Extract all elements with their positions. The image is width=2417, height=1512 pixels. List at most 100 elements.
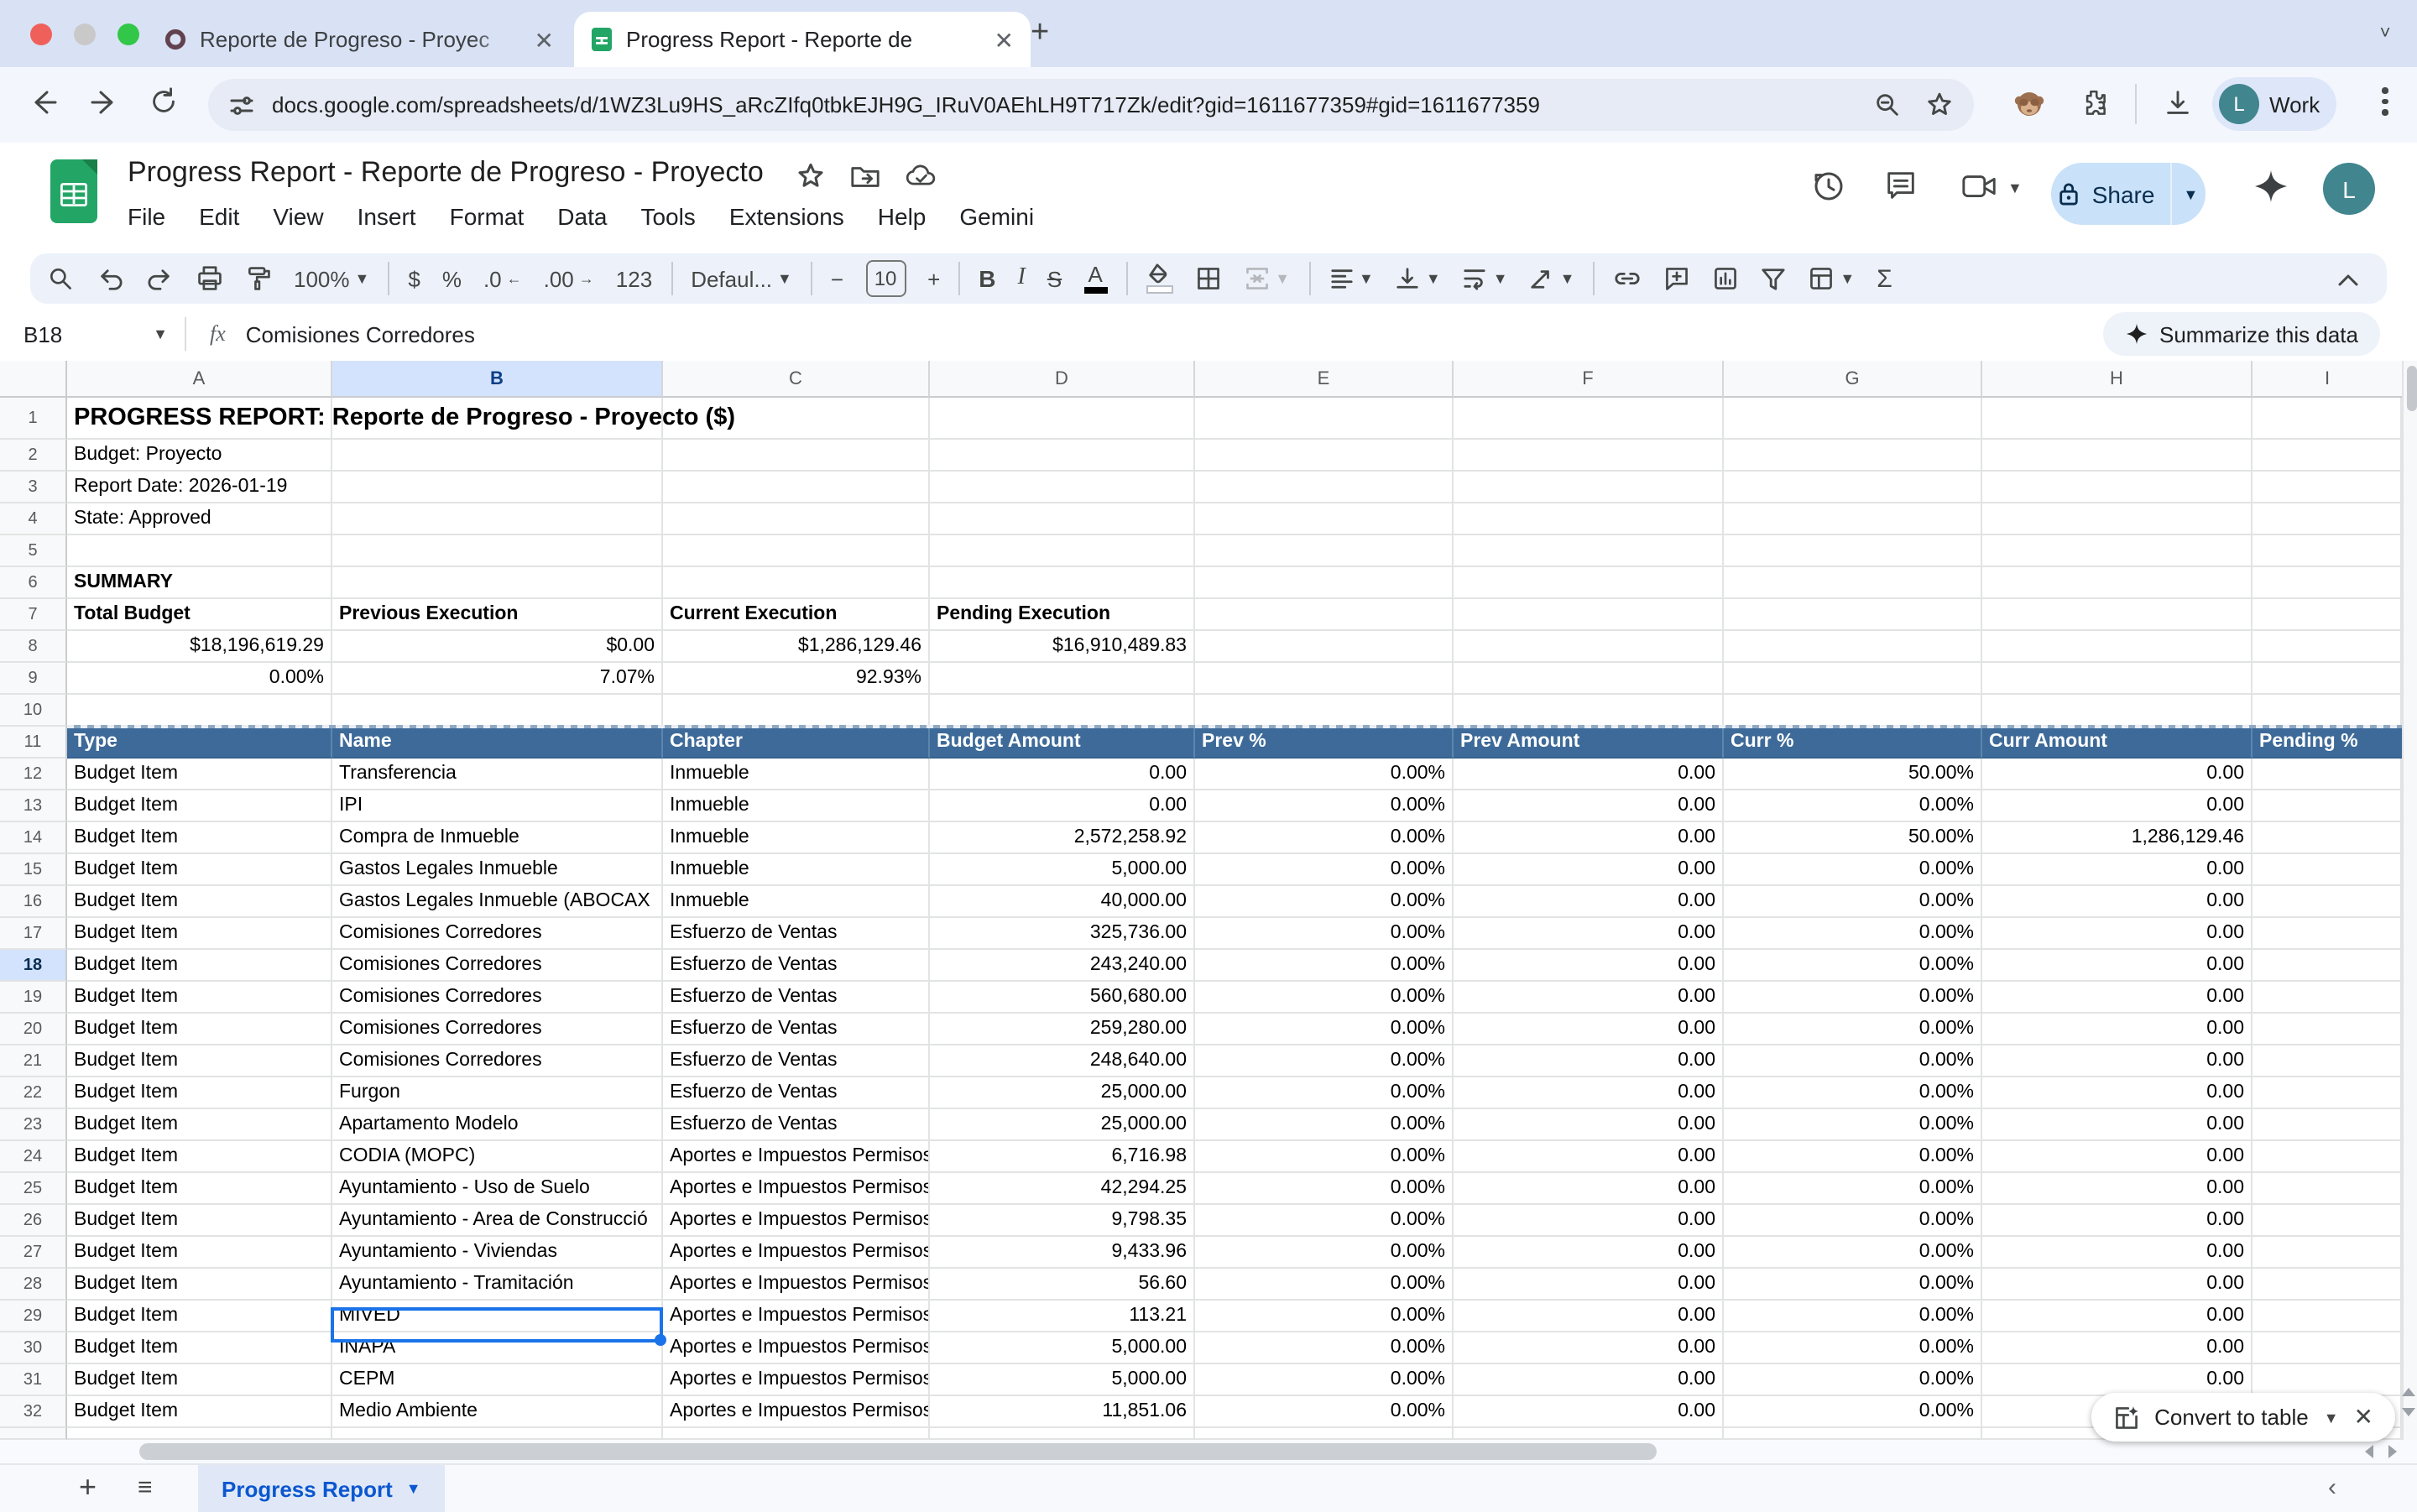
row-number[interactable]: 28 <box>0 1269 67 1301</box>
cell-prev-pct[interactable]: 0.00% <box>1195 1301 1454 1332</box>
cell-type[interactable]: Budget Item <box>67 822 332 854</box>
cell-D7[interactable]: Pending Execution <box>930 599 1195 631</box>
vertical-align-button[interactable]: ▼ <box>1396 267 1441 290</box>
scroll-left-arrow-icon[interactable] <box>2365 1445 2373 1458</box>
extensions-puzzle-icon[interactable] <box>2078 87 2110 119</box>
cell-curr-amount[interactable]: 0.00 <box>1982 1205 2253 1237</box>
tab-search-chevron-icon[interactable]: ˅ <box>2367 17 2404 50</box>
tab-close-icon[interactable]: ✕ <box>535 28 554 51</box>
text-rotation-button[interactable]: ▼ <box>1530 267 1575 290</box>
paint-format-icon[interactable] <box>245 265 272 292</box>
document-title[interactable]: Progress Report - Reporte de Progreso - … <box>128 156 764 190</box>
cell-chapter[interactable]: Aportes e Impuestos Permisos <box>663 1364 930 1396</box>
insert-link-button[interactable] <box>1613 265 1642 292</box>
column-header[interactable]: H <box>1982 361 2253 398</box>
cell-curr-pct[interactable]: 0.00% <box>1724 1332 1982 1364</box>
cell-type[interactable]: Budget Item <box>67 1332 332 1364</box>
cell-prev-pct[interactable]: 0.00% <box>1195 982 1454 1014</box>
cell-type[interactable]: Budget Item <box>67 1014 332 1045</box>
cell-budget-amount[interactable]: 56.60 <box>930 1269 1195 1301</box>
cell-prev-amount[interactable]: 0.00 <box>1454 854 1724 886</box>
redo-icon[interactable] <box>146 266 175 291</box>
vertical-scrollbar-thumb[interactable] <box>2406 366 2416 411</box>
vertical-scrollbar[interactable] <box>2402 361 2417 1440</box>
cell-type[interactable]: Budget Item <box>67 1364 332 1396</box>
menu-item[interactable]: Insert <box>358 203 416 230</box>
row-number[interactable]: 15 <box>0 854 67 886</box>
share-dropdown-caret-icon[interactable]: ▼ <box>2183 185 2198 202</box>
cell-chapter[interactable]: Aportes e Impuestos Permisos <box>663 1173 930 1205</box>
share-button[interactable]: Share ▼ <box>2051 163 2206 225</box>
cell-prev-amount[interactable]: 0.00 <box>1454 1173 1724 1205</box>
cell-curr-amount[interactable]: 0.00 <box>1982 950 2253 982</box>
cell-chapter[interactable]: Esfuerzo de Ventas <box>663 982 930 1014</box>
column-header[interactable]: A <box>67 361 332 398</box>
cell-A9[interactable]: 0.00% <box>67 663 332 695</box>
table-header-cell[interactable]: Pending % <box>2253 727 2402 759</box>
format-percent-button[interactable]: % <box>442 266 462 291</box>
convert-close-icon[interactable]: ✕ <box>2354 1403 2373 1431</box>
menu-item[interactable]: Extensions <box>729 203 844 230</box>
cell-pending-pct[interactable] <box>2253 790 2402 822</box>
window-close-button[interactable] <box>30 23 52 45</box>
window-minimize-button[interactable] <box>74 23 96 45</box>
cell-chapter[interactable]: Aportes e Impuestos Permisos <box>663 1396 930 1428</box>
profile-chip[interactable]: L Work <box>2212 77 2336 131</box>
cell-name[interactable]: Ayuntamiento - Uso de Suelo <box>332 1173 663 1205</box>
forward-icon[interactable] <box>87 86 121 119</box>
cell-budget-amount[interactable]: 40,000.00 <box>930 886 1195 918</box>
cell-prev-amount[interactable]: 0.00 <box>1454 1269 1724 1301</box>
functions-button[interactable]: Σ <box>1877 264 1892 293</box>
cell-type[interactable]: Budget Item <box>67 886 332 918</box>
cell-curr-pct[interactable]: 0.00% <box>1724 1301 1982 1332</box>
cell-name[interactable]: Comisiones Corredores <box>332 982 663 1014</box>
cell-budget-amount[interactable]: 0.00 <box>930 759 1195 790</box>
menu-item[interactable]: Tools <box>640 203 695 230</box>
url-text[interactable]: docs.google.com/spreadsheets/d/1WZ3Lu9HS… <box>272 92 1540 117</box>
cell-curr-pct[interactable]: 0.00% <box>1724 918 1982 950</box>
row-number[interactable]: 30 <box>0 1332 67 1364</box>
cell-type[interactable]: Budget Item <box>67 1141 332 1173</box>
cell-A2[interactable]: Budget: Proyecto <box>67 440 332 472</box>
cell-name[interactable]: Comisiones Corredores <box>332 1045 663 1077</box>
menu-item[interactable]: Edit <box>199 203 239 230</box>
column-header[interactable]: D <box>930 361 1195 398</box>
cell-prev-amount[interactable]: 0.00 <box>1454 1205 1724 1237</box>
row-number[interactable]: 16 <box>0 886 67 918</box>
omnibox[interactable]: docs.google.com/spreadsheets/d/1WZ3Lu9HS… <box>208 79 1974 131</box>
cell-prev-amount[interactable]: 0.00 <box>1454 759 1724 790</box>
add-sheet-button[interactable]: + <box>79 1470 97 1505</box>
cell-curr-amount[interactable]: 0.00 <box>1982 982 2253 1014</box>
cell-name[interactable]: IPI <box>332 790 663 822</box>
row-number[interactable]: 8 <box>0 631 67 663</box>
row-number[interactable]: 14 <box>0 822 67 854</box>
column-header[interactable]: E <box>1195 361 1454 398</box>
row-number[interactable]: 13 <box>0 790 67 822</box>
format-currency-button[interactable]: $ <box>408 266 420 291</box>
cell-chapter[interactable]: Esfuerzo de Ventas <box>663 1077 930 1109</box>
convert-dropdown-caret-icon[interactable]: ▼ <box>2324 1409 2339 1426</box>
cell-budget-amount[interactable]: 5,000.00 <box>930 1332 1195 1364</box>
cell-curr-pct[interactable]: 0.00% <box>1724 1269 1982 1301</box>
cell-prev-pct[interactable]: 0.00% <box>1195 1364 1454 1396</box>
cell-type[interactable]: Budget Item <box>67 982 332 1014</box>
cell-prev-amount[interactable]: 0.00 <box>1454 1077 1724 1109</box>
cell-chapter[interactable]: Inmueble <box>663 854 930 886</box>
tab-close-icon[interactable]: ✕ <box>994 28 1014 51</box>
column-header[interactable]: B <box>332 361 663 398</box>
cell-type[interactable]: Budget Item <box>67 1077 332 1109</box>
font-select[interactable]: Defaul...▼ <box>691 266 792 291</box>
row-number[interactable]: 23 <box>0 1109 67 1141</box>
browser-tab-active[interactable]: Progress Report - Reporte de ✕ <box>574 12 1031 67</box>
cell-name[interactable]: Medio Ambiente <box>332 1396 663 1428</box>
cell-budget-amount[interactable]: 25,000.00 <box>930 1077 1195 1109</box>
row-number[interactable]: 21 <box>0 1045 67 1077</box>
cell-name[interactable]: Ayuntamiento - Viviendas <box>332 1237 663 1269</box>
monkey-emoji-extension-icon[interactable] <box>2012 87 2046 121</box>
cell-type[interactable]: Budget Item <box>67 790 332 822</box>
undo-icon[interactable] <box>96 266 124 291</box>
name-box[interactable]: B18 ▼ <box>0 321 185 347</box>
cell-chapter[interactable]: Esfuerzo de Ventas <box>663 918 930 950</box>
cell-B9[interactable]: 7.07% <box>332 663 663 695</box>
cell-prev-amount[interactable]: 0.00 <box>1454 1014 1724 1045</box>
